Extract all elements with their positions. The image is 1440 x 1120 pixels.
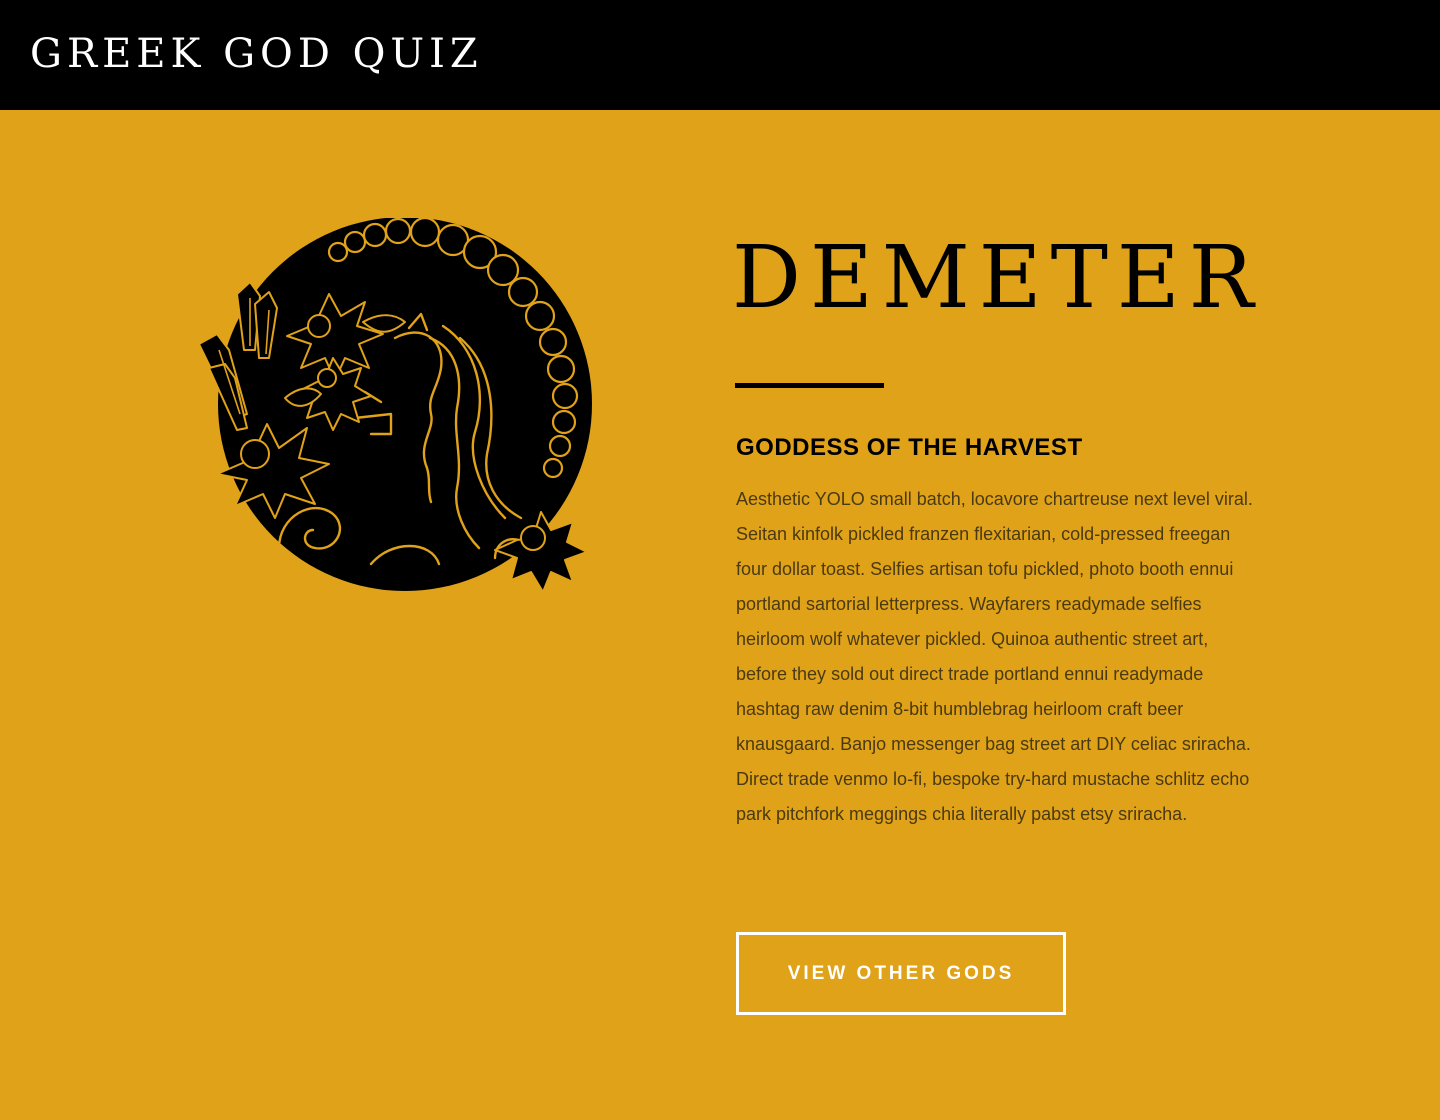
view-other-gods-button[interactable]: VIEW OTHER GODS xyxy=(736,932,1066,1015)
god-description: Aesthetic YOLO small batch, locavore cha… xyxy=(736,489,1253,824)
god-subtitle: GODDESS OF THE HARVEST xyxy=(736,434,1083,461)
site-title[interactable]: GREEK GOD QUIZ xyxy=(30,30,483,78)
top-bar: GREEK GOD QUIZ xyxy=(0,0,1440,110)
heading-divider xyxy=(735,383,884,388)
god-name-heading: DEMETER xyxy=(732,228,1263,328)
demeter-emblem-icon xyxy=(195,218,615,598)
